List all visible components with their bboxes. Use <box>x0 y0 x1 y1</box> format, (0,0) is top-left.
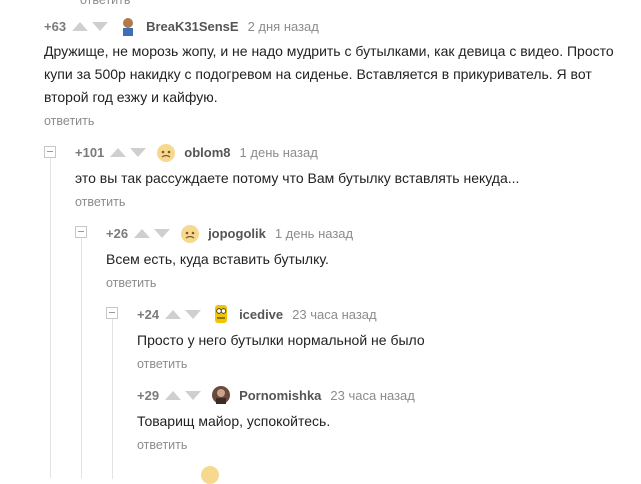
reply-link-previous[interactable]: ответить <box>80 0 130 7</box>
comment-author[interactable]: BreaK31SensE <box>146 19 239 34</box>
comment-author[interactable]: oblom8 <box>184 145 230 160</box>
user-avatar[interactable] <box>211 385 231 405</box>
downvote-icon[interactable] <box>130 147 147 157</box>
comment-text: Просто у него бутылки нормальной не было <box>137 332 425 348</box>
comment-time[interactable]: 23 часа назад <box>330 388 414 403</box>
thread-line[interactable] <box>112 319 113 479</box>
upvote-icon[interactable] <box>134 228 151 238</box>
comment-text: это вы так рассуждаете потому что Вам бу… <box>75 170 520 186</box>
comment-header: +24 icedive 23 часа назад <box>137 304 377 324</box>
upvote-icon[interactable] <box>72 21 89 31</box>
comment-author[interactable]: icedive <box>239 307 283 322</box>
comment-rating: +101 <box>75 144 105 160</box>
comment-time[interactable]: 2 дня назад <box>248 19 319 34</box>
downvote-icon[interactable] <box>185 309 202 319</box>
comment-time[interactable]: 23 часа назад <box>292 307 376 322</box>
comment-header: +63 BreaK31SensE 2 дня назад <box>44 16 319 36</box>
comment-author[interactable]: Pornomishka <box>239 388 321 403</box>
thread-line[interactable] <box>81 238 82 478</box>
comment-header: +29 Pornomishka 23 часа назад <box>137 385 415 405</box>
upvote-icon[interactable] <box>165 390 182 400</box>
collapse-thread-icon[interactable] <box>44 146 56 158</box>
comment-text: Дружище, не морозь жопу, и не надо мудри… <box>44 43 614 105</box>
reply-link[interactable]: ответить <box>106 276 156 290</box>
comment-text: Товарищ майор, успокойтесь. <box>137 413 331 429</box>
reply-link[interactable]: ответить <box>44 114 94 128</box>
collapse-thread-icon[interactable] <box>75 226 87 238</box>
reply-link[interactable]: ответить <box>75 195 125 209</box>
collapse-thread-icon[interactable] <box>106 307 118 319</box>
comment-text: Всем есть, куда вставить бутылку. <box>106 251 329 267</box>
upvote-icon[interactable] <box>110 147 127 157</box>
comment-header: +26 jopogolik 1 день назад <box>106 223 353 243</box>
reply-link[interactable]: ответить <box>137 357 187 371</box>
upvote-icon[interactable] <box>165 309 182 319</box>
comment-header: +101 oblom8 1 день назад <box>75 142 318 162</box>
user-avatar[interactable] <box>211 304 231 324</box>
user-avatar[interactable] <box>118 16 139 36</box>
user-avatar[interactable] <box>200 464 220 484</box>
comment-author[interactable]: jopogolik <box>208 226 266 241</box>
downvote-icon[interactable] <box>154 228 171 238</box>
reply-link[interactable]: ответить <box>137 438 187 452</box>
comment-time[interactable]: 1 день назад <box>275 226 353 241</box>
user-avatar[interactable] <box>180 223 200 243</box>
downvote-icon[interactable] <box>185 390 202 400</box>
comment-time[interactable]: 1 день назад <box>240 145 318 160</box>
comment-rating: +26 <box>106 225 129 241</box>
comment-rating: +29 <box>137 387 160 403</box>
comment-rating: +63 <box>44 18 67 34</box>
downvote-icon[interactable] <box>92 21 109 31</box>
thread-line[interactable] <box>50 158 51 478</box>
comment-rating: +24 <box>137 306 160 322</box>
user-avatar[interactable] <box>156 142 176 162</box>
